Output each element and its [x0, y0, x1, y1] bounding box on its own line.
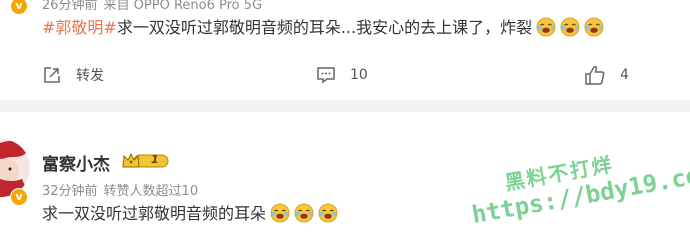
- post-text: 求一双没听过郭敬明音频的耳朵: [42, 202, 338, 226]
- laugh-cry-emoji-icon: [270, 203, 290, 223]
- verified-badge-icon: v: [10, 0, 28, 15]
- share-icon: [44, 67, 60, 83]
- feed-divider: [0, 100, 690, 112]
- hashtag-link[interactable]: #郭敬明#: [42, 18, 117, 37]
- post-body-text: 求一双没听过郭敬明音频的耳朵...我安心的去上课了，炸裂: [116, 18, 533, 37]
- laugh-cry-emoji-icon: [318, 203, 338, 223]
- level-number: 1: [151, 153, 159, 166]
- crown-icon: [122, 152, 169, 168]
- laugh-cry-emoji-icon: [294, 203, 314, 223]
- level-badge[interactable]: 1: [122, 152, 170, 170]
- post-card-2: v 富察小杰 1 32分钟前 转赞人数超过10 求一双没听过郭敬明音频的耳朵: [0, 112, 690, 251]
- post-time: 32分钟前: [42, 184, 98, 199]
- share-button[interactable]: 转发: [42, 60, 104, 90]
- post-text: #郭敬明#求一双没听过郭敬明音频的耳朵...我安心的去上课了，炸裂: [42, 16, 604, 40]
- post-body-text: 求一双没听过郭敬明音频的耳朵: [42, 204, 267, 223]
- laugh-cry-emoji-icon: [560, 17, 580, 37]
- laugh-cry-emoji-icon: [584, 17, 604, 37]
- thumbs-up-icon: [585, 65, 605, 85]
- post-card-1: v 26分钟前 来自 OPPO Reno6 Pro 5G #郭敬明#求一双没听过郭…: [0, 0, 690, 100]
- share-label: 转发: [76, 68, 104, 84]
- laugh-cry-emoji-icon: [536, 17, 556, 37]
- comment-button[interactable]: 10: [316, 60, 368, 90]
- verified-badge-icon: v: [10, 188, 28, 206]
- like-count: 4: [620, 67, 629, 83]
- post-actions-bar: 转发 10 4: [0, 60, 690, 90]
- comment-count: 10: [350, 67, 368, 83]
- post-time: 26分钟前: [42, 0, 98, 13]
- comment-icon: [317, 67, 335, 84]
- post-meta: 32分钟前 转赞人数超过10: [42, 180, 198, 199]
- post-meta: 26分钟前 来自 OPPO Reno6 Pro 5G: [42, 0, 262, 13]
- username[interactable]: 富察小杰: [42, 150, 110, 175]
- post-repost-note: 转赞人数超过10: [103, 184, 199, 199]
- post-source: 来自 OPPO Reno6 Pro 5G: [103, 0, 263, 13]
- like-button[interactable]: 4: [584, 60, 629, 90]
